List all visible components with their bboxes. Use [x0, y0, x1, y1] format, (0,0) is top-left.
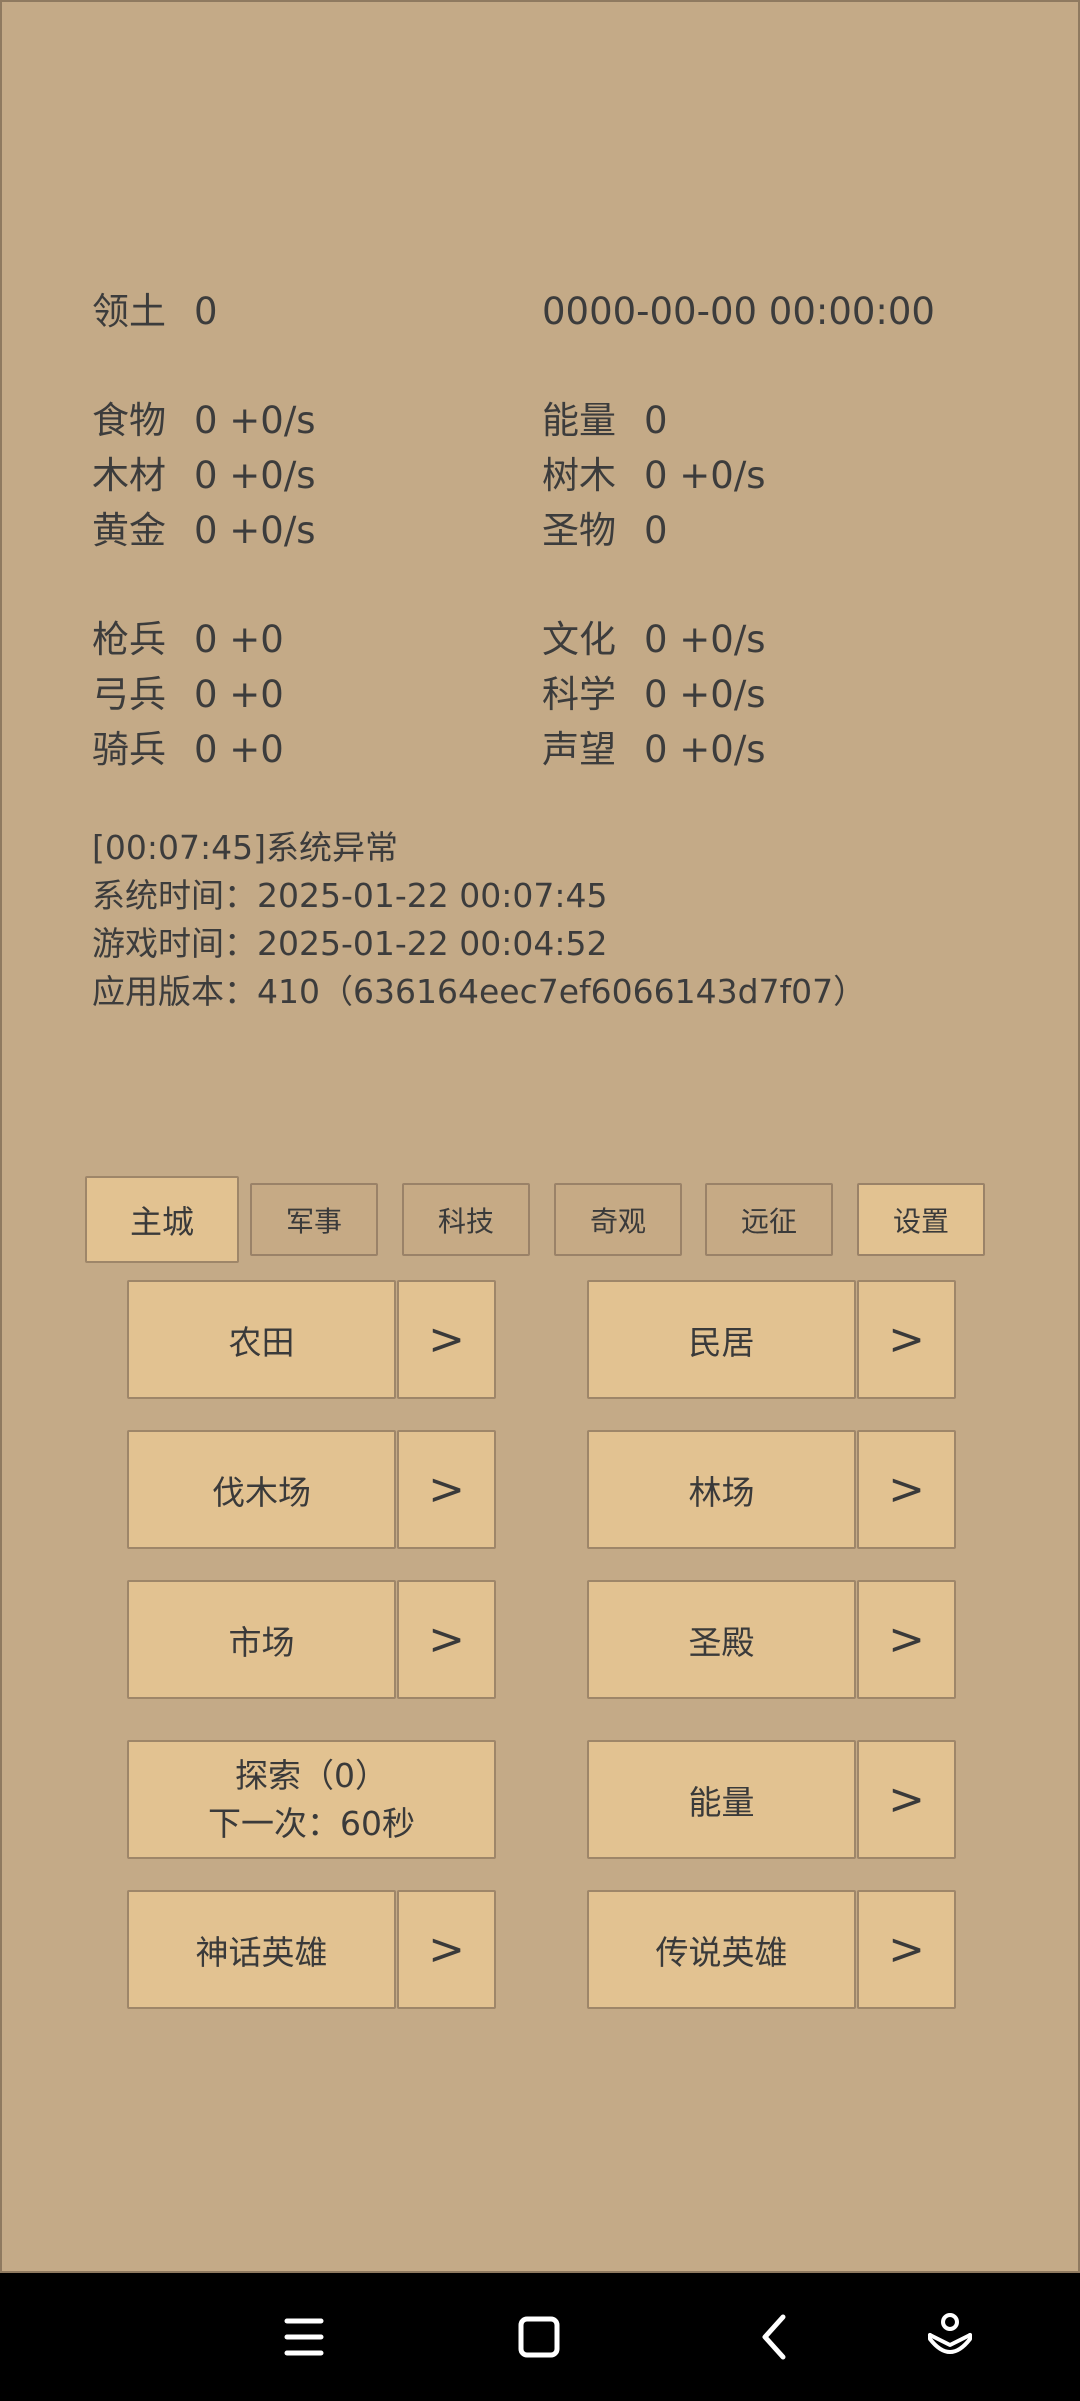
farm-detail-button[interactable]: >: [397, 1280, 496, 1399]
explore-count: 探索（0）: [235, 1755, 388, 1795]
trees-label: 树木: [542, 454, 616, 497]
energy-detail-button[interactable]: >: [857, 1740, 956, 1859]
myth-hero-button[interactable]: 神话英雄: [127, 1890, 396, 2009]
back-icon[interactable]: [755, 2307, 795, 2367]
food-value: 0 +0/s: [194, 399, 316, 442]
menu-icon[interactable]: [282, 2307, 326, 2367]
relics-label: 圣物: [542, 509, 616, 552]
market-detail-button[interactable]: >: [397, 1580, 496, 1699]
temple-button[interactable]: 圣殿: [587, 1580, 856, 1699]
market-button[interactable]: 市场: [127, 1580, 396, 1699]
trees-value: 0 +0/s: [644, 454, 766, 497]
legend-hero-detail-button[interactable]: >: [857, 1890, 956, 2009]
home-square-icon[interactable]: [515, 2307, 563, 2367]
energy-stat: 能量 0: [542, 399, 668, 443]
game-screen: 领土 0 0000-00-00 00:00:00 食物 0 +0/s 木材 0 +0/…: [0, 0, 1080, 2273]
log-line-game-time: 游戏时间：2025-01-22 00:04:52: [92, 924, 608, 963]
territory-stat: 领土 0: [92, 290, 218, 334]
myth-hero-detail-button[interactable]: >: [397, 1890, 496, 2009]
forest-button[interactable]: 林场: [587, 1430, 856, 1549]
tab-settings[interactable]: 设置: [857, 1183, 985, 1256]
prestige-label: 声望: [542, 728, 616, 771]
game-datetime: 0000-00-00 00:00:00: [542, 290, 935, 333]
archer-stat: 弓兵 0 +0: [92, 673, 284, 717]
archer-label: 弓兵: [92, 673, 166, 716]
prestige-value: 0 +0/s: [644, 728, 766, 771]
house-detail-button[interactable]: >: [857, 1280, 956, 1399]
tab-wonders[interactable]: 奇观: [554, 1183, 682, 1256]
prestige-stat: 声望 0 +0/s: [542, 728, 766, 772]
culture-value: 0 +0/s: [644, 618, 766, 661]
relics-stat: 圣物 0: [542, 509, 668, 553]
wood-stat: 木材 0 +0/s: [92, 454, 316, 498]
tab-expedition[interactable]: 远征: [705, 1183, 833, 1256]
food-label: 食物: [92, 399, 166, 442]
forest-detail-button[interactable]: >: [857, 1430, 956, 1549]
gold-value: 0 +0/s: [194, 509, 316, 552]
energy-value: 0: [644, 399, 668, 442]
culture-stat: 文化 0 +0/s: [542, 618, 766, 662]
energy-button[interactable]: 能量: [587, 1740, 856, 1859]
explore-next-timer: 下一次：60秒: [208, 1803, 415, 1843]
energy-label: 能量: [542, 399, 616, 442]
culture-label: 文化: [542, 618, 616, 661]
spearman-value: 0 +0: [194, 618, 284, 661]
wood-label: 木材: [92, 454, 166, 497]
lumber-mill-button[interactable]: 伐木场: [127, 1430, 396, 1549]
archer-value: 0 +0: [194, 673, 284, 716]
science-label: 科学: [542, 673, 616, 716]
explore-button[interactable]: 探索（0） 下一次：60秒: [127, 1740, 496, 1859]
wood-value: 0 +0/s: [194, 454, 316, 497]
science-stat: 科学 0 +0/s: [542, 673, 766, 717]
system-navigation-bar: [0, 2273, 1080, 2401]
lumber-mill-detail-button[interactable]: >: [397, 1430, 496, 1549]
farm-button[interactable]: 农田: [127, 1280, 396, 1399]
log-line-app-version: 应用版本：410（636164eec7ef6066143d7f07）: [92, 972, 867, 1011]
relics-value: 0: [644, 509, 668, 552]
science-value: 0 +0/s: [644, 673, 766, 716]
house-button[interactable]: 民居: [587, 1280, 856, 1399]
cavalry-stat: 骑兵 0 +0: [92, 728, 284, 772]
cavalry-value: 0 +0: [194, 728, 284, 771]
gold-label: 黄金: [92, 509, 166, 552]
gold-stat: 黄金 0 +0/s: [92, 509, 316, 553]
legend-hero-button[interactable]: 传说英雄: [587, 1890, 856, 2009]
temple-detail-button[interactable]: >: [857, 1580, 956, 1699]
territory-value: 0: [194, 290, 218, 333]
cavalry-label: 骑兵: [92, 728, 166, 771]
territory-label: 领土: [92, 290, 166, 333]
spearman-stat: 枪兵 0 +0: [92, 618, 284, 662]
tab-military[interactable]: 军事: [250, 1183, 378, 1256]
log-line-system-time: 系统时间：2025-01-22 00:07:45: [92, 876, 608, 915]
log-line-error: [00:07:45]系统异常: [92, 828, 398, 867]
spearman-label: 枪兵: [92, 618, 166, 661]
trees-stat: 树木 0 +0/s: [542, 454, 766, 498]
assistant-icon[interactable]: [925, 2307, 975, 2367]
food-stat: 食物 0 +0/s: [92, 399, 316, 443]
tab-technology[interactable]: 科技: [402, 1183, 530, 1256]
tab-main-city[interactable]: 主城: [85, 1176, 239, 1263]
